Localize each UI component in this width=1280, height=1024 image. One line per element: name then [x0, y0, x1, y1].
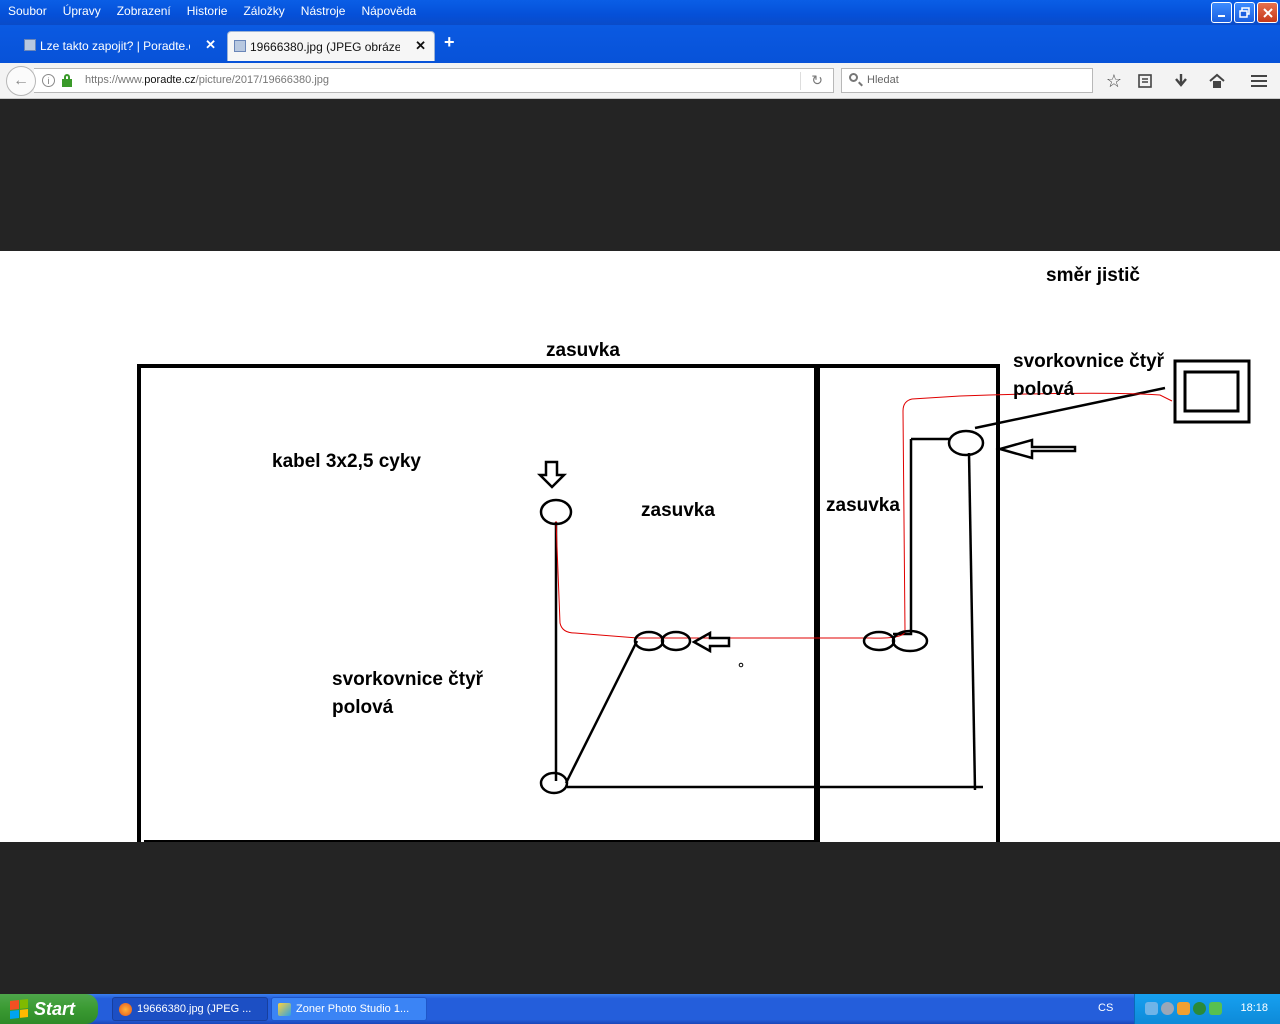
label-breaker: směr jistič [1046, 265, 1140, 286]
new-tab-button[interactable]: + [444, 32, 455, 53]
label-zasuvka-right: zasuvka [826, 495, 900, 516]
info-icon[interactable]: i [42, 74, 55, 87]
tab-close-button[interactable]: ✕ [205, 37, 216, 53]
antivirus-icon[interactable] [1193, 1002, 1206, 1015]
room-outline [137, 364, 1000, 842]
reload-icon[interactable]: ↻ [811, 72, 823, 89]
window-controls [1211, 2, 1278, 23]
restore-button[interactable] [1234, 2, 1255, 23]
tab-label: Lze takto zapojit? | Poradte.cz [40, 39, 190, 53]
windows-logo-icon [10, 999, 28, 1019]
back-arrow-icon: ← [13, 72, 29, 89]
title-bar: Soubor Úpravy Zobrazení Historie Záložky… [0, 0, 1280, 25]
bookmark-star-icon[interactable]: ☆ [1102, 69, 1126, 93]
left-terminal-block [539, 771, 569, 795]
label-zasuvka-middle: zasuvka [641, 500, 715, 521]
url-prefix: https://www. [85, 74, 145, 86]
taskbar: Start 19666380.jpg (JPEG ... Zoner Photo… [0, 994, 1280, 1024]
hamburger-menu-icon[interactable] [1247, 69, 1271, 93]
url-path: /picture/2017/19666380.jpg [195, 74, 330, 86]
tab-close-button[interactable]: ✕ [415, 38, 426, 54]
taskbar-item-label: 19666380.jpg (JPEG ... [137, 1003, 252, 1015]
menu-zalozky[interactable]: Záložky [235, 0, 292, 22]
arrow-left-icon [995, 438, 1077, 460]
back-button[interactable]: ← [6, 66, 36, 96]
menu-upravy[interactable]: Úpravy [55, 0, 109, 22]
wire-terminal-to-middle-socket [564, 640, 639, 784]
menu-zobrazeni[interactable]: Zobrazení [109, 0, 179, 22]
close-window-button[interactable] [1257, 2, 1278, 23]
image-icon [234, 40, 246, 52]
taskbar-item-firefox[interactable]: 19666380.jpg (JPEG ... [112, 997, 268, 1021]
minimize-button[interactable] [1211, 2, 1232, 23]
wire-right-vertical [967, 452, 977, 791]
search-icon [849, 73, 858, 82]
label-zasuvka-top: zasuvka [546, 340, 620, 361]
zoner-icon [278, 1003, 291, 1016]
label-terminal-left-line2: polová [332, 697, 394, 718]
update-icon[interactable] [1177, 1002, 1190, 1015]
menu-bar: Soubor Úpravy Zobrazení Historie Záložky… [0, 0, 424, 22]
url-text[interactable]: https://www.poradte.cz/picture/2017/1966… [85, 74, 329, 86]
menu-historie[interactable]: Historie [179, 0, 236, 22]
search-placeholder: Hledat [867, 74, 899, 86]
url-separator [800, 72, 801, 90]
label-terminal-left-line1: svorkovnice čtyř [332, 669, 484, 690]
search-bar[interactable]: Hledat [841, 68, 1093, 93]
tab-poradte[interactable]: Lze takto zapojit? | Poradte.cz ✕ [18, 31, 224, 61]
wire-right-socket-feed [893, 439, 913, 636]
arrow-down-icon [536, 460, 568, 489]
network-icon[interactable] [1145, 1002, 1158, 1015]
label-cable: kabel 3x2,5 cyky [272, 451, 421, 472]
label-terminal-right-line2: polová [1013, 379, 1075, 400]
tab-label: 19666380.jpg (JPEG obrázek, ... [250, 39, 400, 54]
clock[interactable]: 18:18 [1240, 1002, 1268, 1014]
middle-socket-right [660, 630, 692, 652]
wiring-diagram [137, 359, 1251, 842]
lock-icon[interactable] [62, 74, 72, 87]
reading-list-icon[interactable] [1133, 69, 1157, 93]
tab-strip: Lze takto zapojit? | Poradte.cz ✕ 196663… [0, 25, 1280, 63]
middle-socket-left [633, 630, 665, 652]
system-tray: 18:18 [1134, 994, 1280, 1024]
right-socket-left [862, 630, 896, 652]
firefox-icon [119, 1003, 132, 1016]
downloads-icon[interactable] [1169, 69, 1193, 93]
start-button[interactable]: Start [0, 994, 98, 1024]
navigation-toolbar: i https://www.poradte.cz/picture/2017/19… [0, 63, 1280, 99]
usb-icon[interactable] [1209, 1002, 1222, 1015]
menu-soubor[interactable]: Soubor [0, 0, 55, 22]
tab-image[interactable]: 19666380.jpg (JPEG obrázek, ... ✕ [227, 31, 435, 61]
label-terminal-right-line1: svorkovnice čtyř [1013, 351, 1165, 372]
stray-dot [738, 662, 744, 668]
language-indicator[interactable]: CS [1098, 1002, 1113, 1014]
displayed-image[interactable]: zasuvka kabel 3x2,5 cyky zasuvka zasuvka… [0, 251, 1280, 842]
content-area: zasuvka kabel 3x2,5 cyky zasuvka zasuvka… [0, 99, 1280, 994]
minimize-icon [1217, 14, 1225, 17]
menu-nastroje[interactable]: Nástroje [293, 0, 354, 22]
close-icon [1262, 7, 1273, 18]
home-icon[interactable] [1205, 69, 1229, 93]
arrow-left-icon [691, 630, 731, 654]
url-domain: poradte.cz [144, 74, 196, 86]
breaker-box-inner [1183, 370, 1240, 413]
taskbar-item-zoner[interactable]: Zoner Photo Studio 1... [271, 997, 427, 1021]
taskbar-item-label: Zoner Photo Studio 1... [296, 1003, 410, 1015]
speaker-icon[interactable] [1161, 1002, 1174, 1015]
page-icon [24, 39, 36, 51]
start-label: Start [34, 998, 76, 1019]
restore-icon [1238, 6, 1250, 18]
address-bar[interactable]: i https://www.poradte.cz/picture/2017/19… [34, 68, 834, 93]
right-terminal-block [947, 429, 985, 457]
top-socket [539, 498, 573, 526]
menu-napoveda[interactable]: Nápověda [353, 0, 424, 22]
